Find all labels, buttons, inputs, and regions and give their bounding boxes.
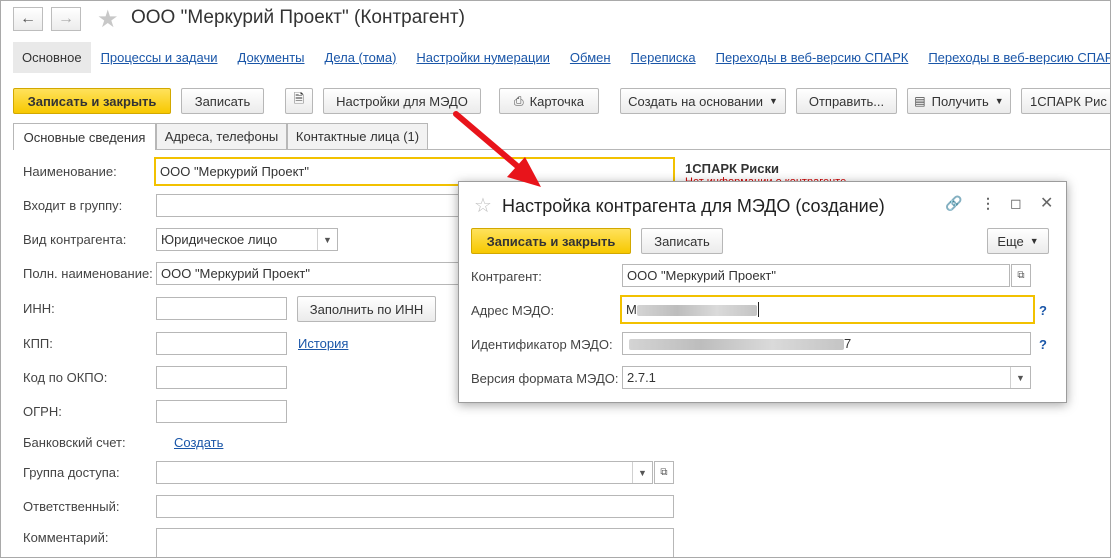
main-window: ← → ★ ООО "Меркурий Проект" (Контрагент)… [0, 0, 1111, 558]
arrow-shaft [453, 111, 526, 174]
annotation-arrow [453, 111, 541, 187]
